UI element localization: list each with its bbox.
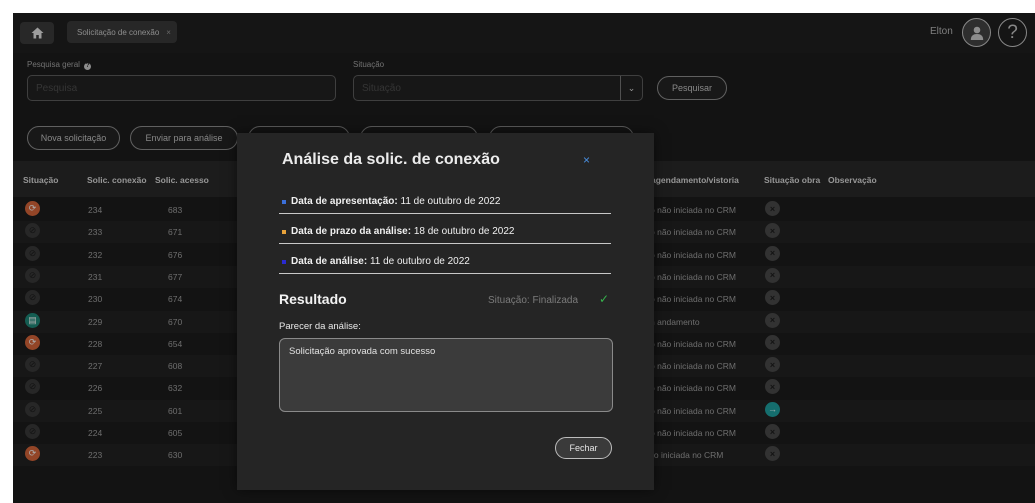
bullet-icon	[282, 260, 286, 264]
app-frame: Solicitação de conexão × Elton ? Pesquis…	[13, 13, 1035, 503]
info-key: Data de apresentação:	[291, 196, 398, 207]
close-button[interactable]: Fechar	[555, 437, 612, 459]
info-row-analise: Data de análise: 11 de outubro de 2022	[279, 254, 611, 274]
parecer-textarea[interactable]: Solicitação aprovada com sucesso	[279, 338, 613, 412]
result-title: Resultado	[279, 291, 347, 307]
close-icon[interactable]: ×	[583, 153, 590, 167]
parecer-label: Parecer da análise:	[279, 321, 361, 332]
check-icon: ✓	[599, 292, 610, 306]
info-value: 11 de outubro de 2022	[400, 196, 501, 207]
bullet-icon	[282, 200, 286, 204]
info-row-prazo: Data de prazo da análise: 18 de outubro …	[279, 224, 611, 244]
analysis-modal: Análise da solic. de conexão × Data de a…	[237, 133, 654, 490]
modal-title: Análise da solic. de conexão	[282, 151, 500, 168]
info-value: 11 de outubro de 2022	[369, 256, 470, 267]
info-value: 18 de outubro de 2022	[413, 226, 515, 237]
result-status: Situação: Finalizada	[488, 295, 579, 306]
info-key: Data de prazo da análise:	[291, 226, 412, 237]
bullet-icon	[282, 230, 286, 234]
info-row-apresentacao: Data de apresentação: 11 de outubro de 2…	[279, 194, 611, 214]
info-key: Data de análise:	[291, 256, 368, 267]
